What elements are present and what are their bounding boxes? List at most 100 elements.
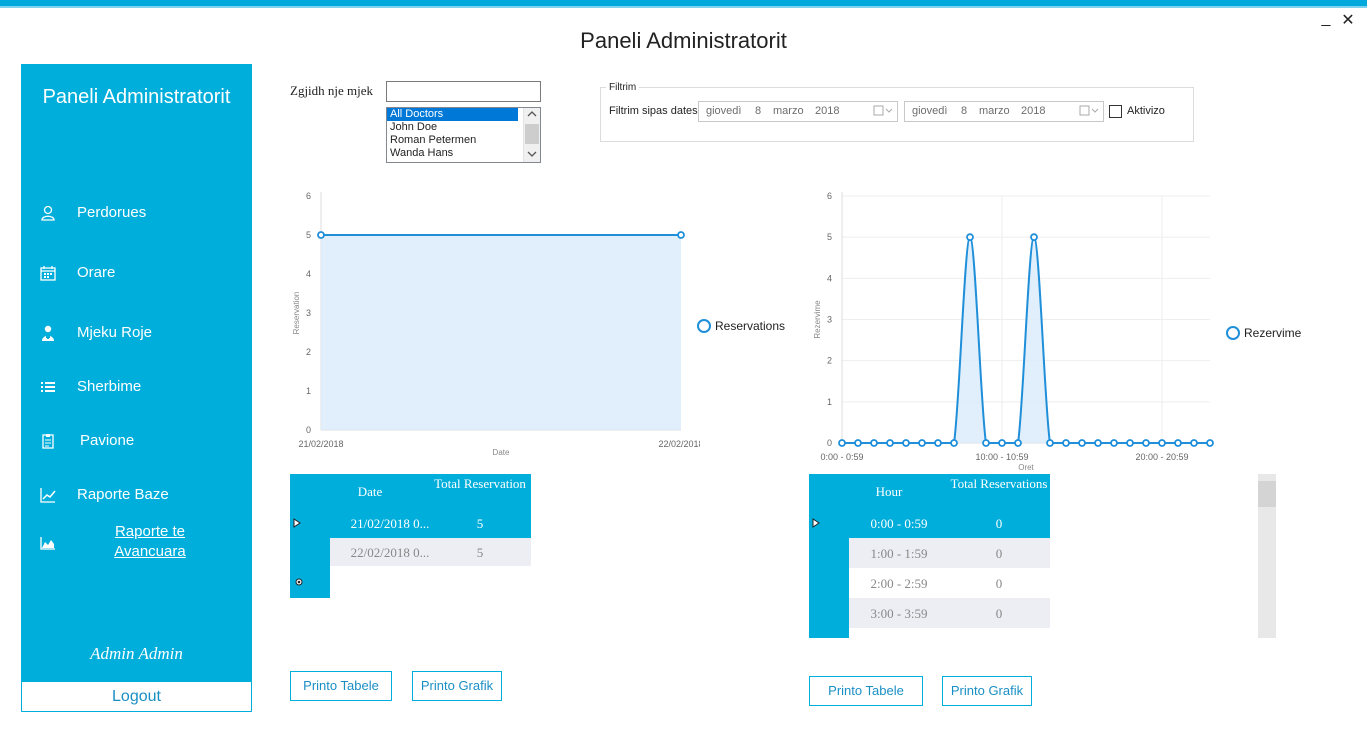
x-tick-label: 10:00 - 10:59 bbox=[975, 452, 1028, 462]
table-vertical-scrollbar[interactable] bbox=[1258, 474, 1276, 638]
sidebar-item-orare[interactable]: Orare bbox=[21, 256, 252, 290]
scroll-thumb[interactable] bbox=[1258, 481, 1276, 507]
sidebar-item-sherbime[interactable]: Sherbime bbox=[21, 370, 252, 404]
x-tick-label: 22/02/2018 bbox=[658, 439, 700, 449]
x-tick-label: 21/02/2018 bbox=[298, 439, 343, 449]
sidebar-item-mjeku-roje[interactable]: Mjeku Roje bbox=[21, 316, 252, 350]
scroll-thumb[interactable] bbox=[525, 124, 539, 144]
activate-filter-checkbox[interactable] bbox=[1109, 105, 1122, 118]
data-point bbox=[982, 439, 990, 447]
x-axis-title: Oret bbox=[1018, 463, 1034, 472]
sidebar-item-label: Orare bbox=[77, 264, 116, 281]
doctor-listbox[interactable]: All Doctors John Doe Roman Petermen Wand… bbox=[386, 107, 541, 163]
cell-total[interactable]: 0 bbox=[949, 546, 1049, 562]
column-header-hour[interactable]: Hour bbox=[849, 484, 929, 500]
table-row[interactable]: 1:00 - 1:59 0 bbox=[849, 538, 1050, 568]
sidebar-item-label: Mjeku Roje bbox=[77, 324, 153, 341]
column-header-date[interactable]: Date bbox=[330, 484, 410, 500]
window-top-border-light bbox=[0, 6, 1367, 8]
data-point bbox=[1062, 439, 1070, 447]
listbox-scrollbar[interactable] bbox=[523, 108, 540, 162]
date-year: 2018 bbox=[815, 105, 840, 117]
y-axis-title: Reservation bbox=[292, 292, 301, 335]
cell-total[interactable]: 0 bbox=[949, 516, 1049, 532]
y-tick-label: 5 bbox=[827, 232, 832, 242]
table-row[interactable]: 3:00 - 3:59 0 bbox=[849, 598, 1050, 628]
table-row[interactable]: 2:00 - 2:59 0 bbox=[849, 568, 1050, 598]
table-row[interactable]: 0:00 - 0:59 0 bbox=[809, 508, 1050, 538]
sidebar-item-perdorues[interactable]: Perdorues bbox=[21, 196, 252, 230]
cell-hour[interactable]: 0:00 - 0:59 bbox=[849, 516, 949, 532]
reservations-by-hour-table[interactable]: Hour Total Reservations 0:00 - 0:59 0 1:… bbox=[809, 474, 1050, 638]
y-tick-label: 6 bbox=[306, 191, 311, 201]
table-row[interactable]: 22/02/2018 0... 5 bbox=[330, 538, 531, 566]
minimize-button[interactable]: _ bbox=[1318, 10, 1334, 28]
data-point bbox=[317, 231, 325, 239]
data-point bbox=[950, 439, 958, 447]
doctor-option[interactable]: John Doe bbox=[387, 121, 540, 134]
data-point bbox=[998, 439, 1006, 447]
table-row[interactable]: 21/02/2018 0... 5 bbox=[290, 508, 531, 538]
list-icon bbox=[41, 382, 55, 392]
date-from-picker[interactable]: giovedì 8 marzo 2018 bbox=[698, 101, 898, 122]
doctor-option[interactable]: All Doctors bbox=[387, 108, 518, 121]
print-chart-button-right[interactable]: Printo Grafik bbox=[942, 676, 1032, 706]
cell-total[interactable]: 5 bbox=[430, 545, 530, 561]
filter-date-label: Filtrim sipas dates: bbox=[609, 105, 701, 117]
cell-hour[interactable]: 3:00 - 3:59 bbox=[849, 606, 949, 622]
sidebar-title: Paneli Administratorit bbox=[42, 86, 231, 108]
y-axis-title: Rezervime bbox=[813, 300, 822, 339]
logout-button[interactable]: Logout bbox=[21, 681, 252, 712]
calendar-dropdown-icon[interactable] bbox=[1079, 105, 1099, 117]
date-to-picker[interactable]: giovedì 8 marzo 2018 bbox=[904, 101, 1104, 122]
series-area bbox=[321, 235, 681, 430]
print-chart-button-left[interactable]: Printo Grafik bbox=[412, 671, 502, 701]
cell-total[interactable]: 0 bbox=[949, 576, 1049, 592]
chart-legend-right: Rezervime bbox=[1226, 326, 1301, 340]
date-day: 8 bbox=[961, 105, 968, 117]
doctor-option[interactable]: Roman Petermen bbox=[387, 134, 540, 147]
doctor-option[interactable]: Wanda Hans bbox=[387, 147, 540, 160]
data-point bbox=[1206, 439, 1214, 447]
filter-group-title: Filtrim bbox=[606, 82, 640, 93]
data-point bbox=[1014, 439, 1022, 447]
y-tick-label: 3 bbox=[306, 308, 311, 318]
cell-total[interactable]: 5 bbox=[430, 516, 530, 532]
print-table-button-right[interactable]: Printo Tabele bbox=[809, 676, 923, 706]
y-tick-label: 5 bbox=[306, 230, 311, 240]
sidebar-item-pavione[interactable]: Pavione bbox=[21, 424, 252, 458]
y-tick-label: 1 bbox=[306, 386, 311, 396]
calendar-dropdown-icon[interactable] bbox=[873, 105, 893, 117]
reservations-by-date-table[interactable]: Date Total Reservation 21/02/2018 0... 5… bbox=[290, 474, 531, 598]
sidebar-item-raporte-te-avancuara[interactable]: Raporte te Avancuara bbox=[21, 522, 252, 566]
data-point bbox=[1110, 439, 1118, 447]
doctor-search-input[interactable] bbox=[386, 81, 541, 102]
table-header: Hour Total Reservations bbox=[849, 474, 1050, 508]
reservations-by-date-chart: 0 1 2 3 4 5 6 21/02/2018 22/02/2018 Date Reservati… bbox=[292, 191, 700, 457]
data-point bbox=[886, 439, 894, 447]
x-tick-label: 0:00 - 0:59 bbox=[820, 452, 863, 462]
scroll-up-icon[interactable] bbox=[527, 110, 537, 118]
sidebar-item-raporte-baze[interactable]: Raporte Baze bbox=[21, 478, 252, 512]
y-tick-label: 3 bbox=[827, 315, 832, 325]
legend-label: Reservations bbox=[715, 319, 786, 333]
date-year: 2018 bbox=[1021, 105, 1046, 117]
close-button[interactable]: ✕ bbox=[1340, 10, 1356, 30]
data-point bbox=[1174, 439, 1182, 447]
scroll-down-icon[interactable] bbox=[527, 150, 537, 158]
sidebar-item-label: Raporte te Avancuara bbox=[114, 523, 186, 560]
column-header-total[interactable]: Total Reservation bbox=[430, 476, 530, 491]
sidebar-item-label: Sherbime bbox=[77, 378, 142, 395]
x-axis-title: Date bbox=[493, 448, 510, 457]
table-header: Date Total Reservation bbox=[330, 474, 531, 508]
print-table-button-left[interactable]: Printo Tabele bbox=[290, 671, 392, 701]
data-point bbox=[966, 233, 974, 242]
cell-hour[interactable]: 2:00 - 2:59 bbox=[849, 576, 949, 592]
cell-hour[interactable]: 1:00 - 1:59 bbox=[849, 546, 949, 562]
sidebar-item-label: Pavione bbox=[80, 432, 135, 449]
cell-total[interactable]: 0 bbox=[949, 606, 1049, 622]
line-chart-icon bbox=[40, 488, 56, 503]
date-weekday: giovedì bbox=[912, 105, 948, 117]
date-month: marzo bbox=[979, 105, 1010, 117]
column-header-total[interactable]: Total Reservations bbox=[949, 476, 1049, 491]
